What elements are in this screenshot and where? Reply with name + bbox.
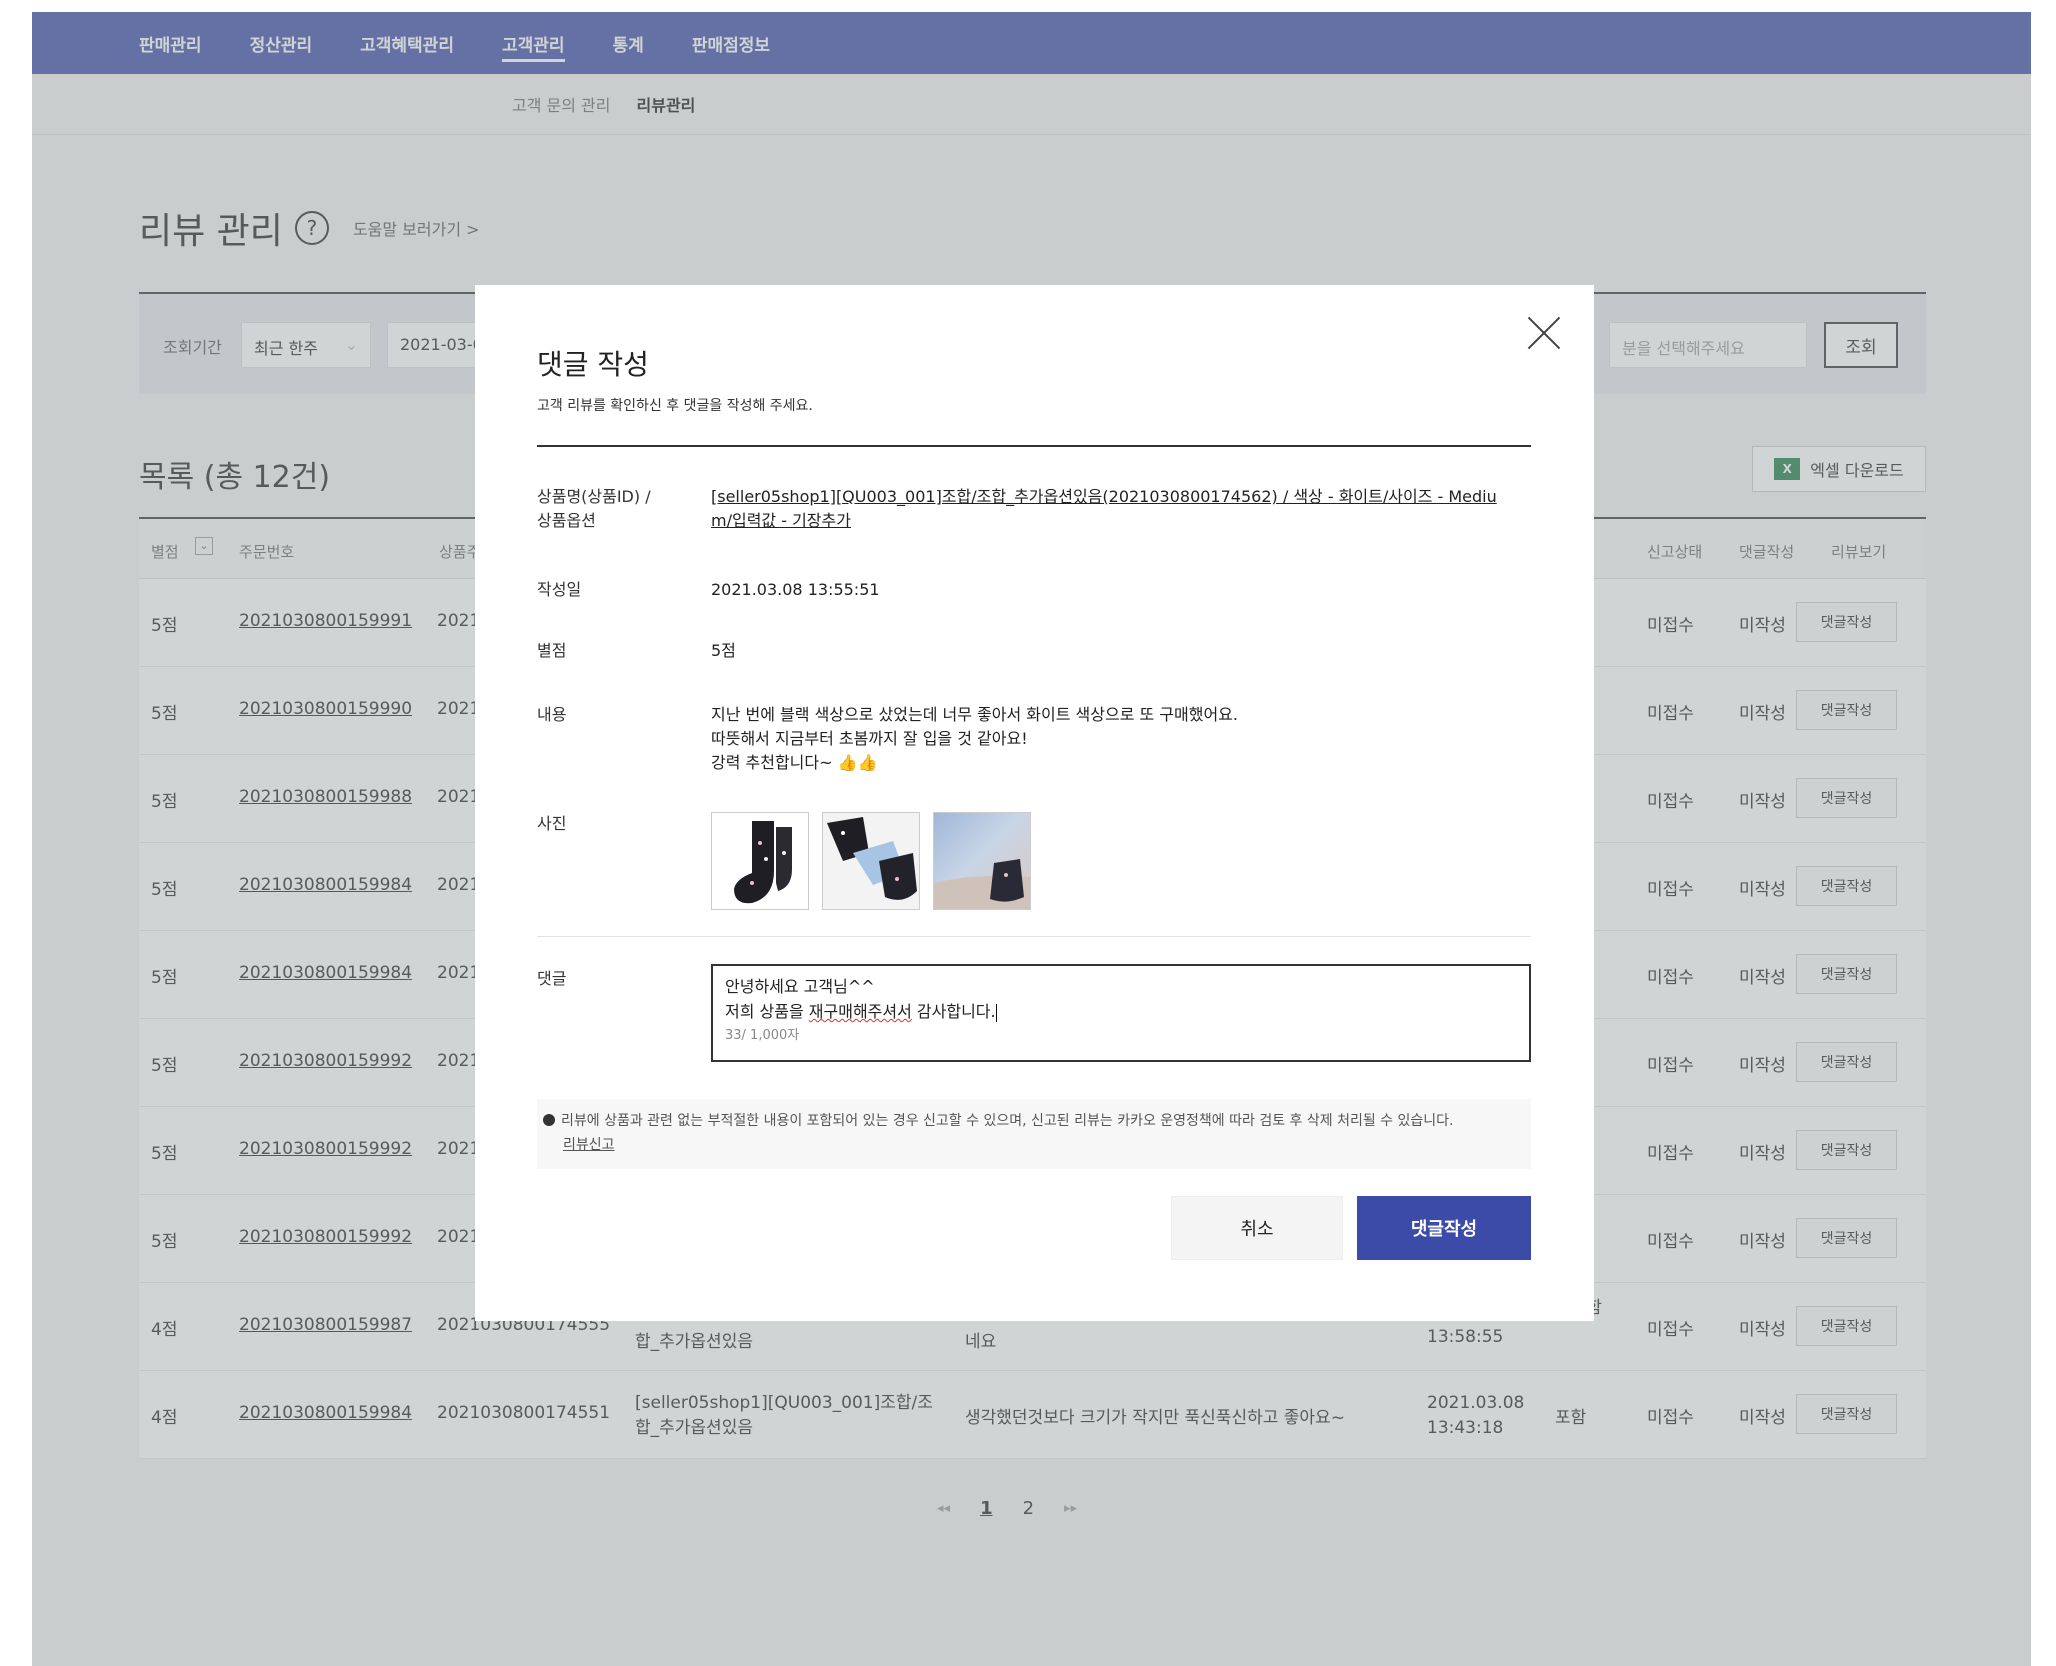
reply-textarea[interactable]: 안녕하세요 고객님^^ 저희 상품을 재구매해주셔서 감사합니다. 33/ 1,…: [711, 964, 1531, 1062]
product-value-line2: m/입력값 - 기장추가: [711, 511, 851, 530]
content-line3: 강력 추천합니다~ 👍👍: [711, 753, 878, 772]
rating-label: 별점: [537, 641, 567, 660]
product-value-line1: [seller05shop1][QU003_001]조합/조합_추가옵션있음(2…: [711, 487, 1497, 506]
product-label-line1: 상품명(상품ID) /: [537, 487, 651, 506]
modal-description: 고객 리뷰를 확인하신 후 댓글을 작성해 주세요.: [537, 398, 813, 414]
sock-image: [934, 859, 1030, 909]
section-divider: [537, 936, 1531, 937]
content-value: 지난 번에 블랙 색상으로 샀었는데 너무 좋아서 화이트 색상으로 또 구매했…: [711, 703, 1238, 775]
date-value: 2021.03.08 13:55:51: [711, 580, 880, 599]
photo-list: [711, 812, 1031, 910]
date-label: 작성일: [537, 580, 582, 599]
submit-reply-button[interactable]: 댓글작성: [1357, 1196, 1531, 1260]
modal-divider: [537, 445, 1531, 447]
close-icon[interactable]: [1524, 313, 1564, 353]
content-line2: 따뜻해서 지금부터 초봄까지 잘 입을 것 같아요!: [711, 729, 1028, 748]
notice-text: 리뷰에 상품과 관련 없는 부적절한 내용이 포함되어 있는 경우 신고할 수 …: [561, 1113, 1454, 1129]
report-review-link[interactable]: 리뷰신고: [543, 1133, 1525, 1157]
cancel-button[interactable]: 취소: [1171, 1196, 1343, 1260]
sock-image: [827, 817, 917, 900]
rating-value: 5점: [711, 641, 736, 660]
photo-thumbnail[interactable]: [933, 812, 1031, 910]
reply-line1: 안녕하세요 고객님^^: [725, 977, 875, 996]
sock-image: [734, 821, 792, 904]
product-link[interactable]: [seller05shop1][QU003_001]조합/조합_추가옵션있음(2…: [711, 485, 1511, 533]
reply-char-count: 33/ 1,000자: [725, 1028, 800, 1043]
content-line1: 지난 번에 블랙 색상으로 샀었는데 너무 좋아서 화이트 색상으로 또 구매했…: [711, 705, 1238, 724]
modal-title: 댓글 작성: [537, 348, 649, 381]
report-notice: 리뷰에 상품과 관련 없는 부적절한 내용이 포함되어 있는 경우 신고할 수 …: [537, 1099, 1531, 1169]
content-label: 내용: [537, 705, 567, 724]
photo-thumbnail[interactable]: [822, 812, 920, 910]
reply-label: 댓글: [537, 969, 567, 988]
reply-modal: 댓글 작성 고객 리뷰를 확인하신 후 댓글을 작성해 주세요. 상품명(상품I…: [475, 285, 1594, 1321]
info-icon: [543, 1114, 555, 1126]
reply-line2: 저희 상품을 재구매해주셔서 감사합니다.: [725, 1002, 997, 1022]
photo-thumbnail[interactable]: [711, 812, 809, 910]
photo-label: 사진: [537, 814, 567, 833]
product-label-line2: 상품옵션: [537, 511, 596, 530]
product-label: 상품명(상품ID) / 상품옵션: [537, 485, 651, 533]
